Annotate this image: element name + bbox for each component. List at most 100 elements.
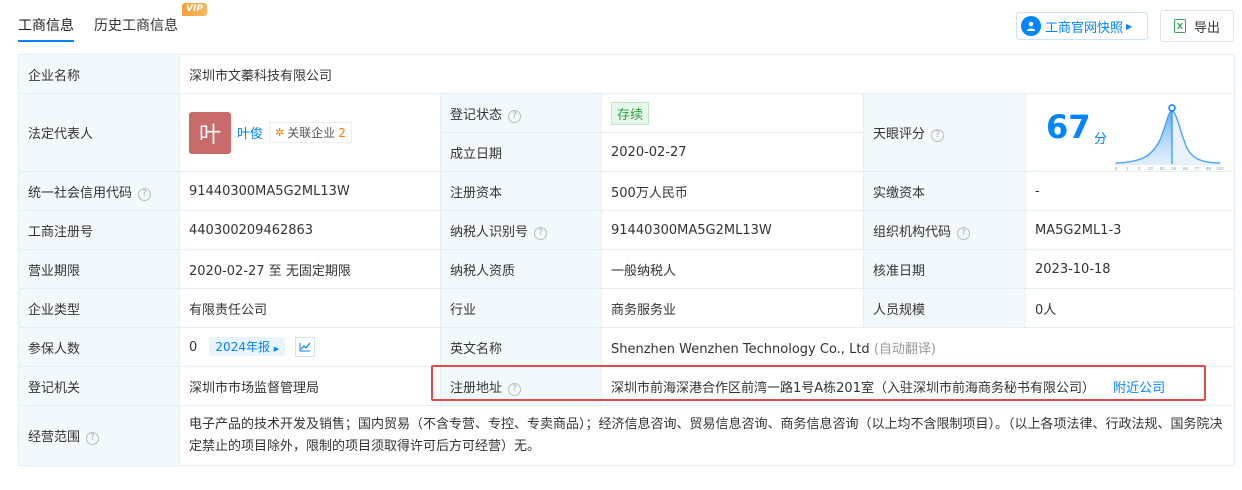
rating-axis-tick-label: 50 (1160, 166, 1166, 171)
reg-no-label: 工商注册号 (18, 210, 180, 250)
company-name-label: 企业名称 (18, 54, 180, 94)
reg-status-label-cell: 登记状态? (440, 93, 602, 133)
help-icon[interactable]: ? (931, 129, 945, 142)
approve-date-label: 核准日期 (863, 249, 1026, 289)
avatar[interactable]: 叶 (189, 111, 231, 154)
tab-business-info[interactable]: 工商信息 (18, 15, 74, 35)
help-icon[interactable]: ? (138, 187, 152, 201)
term-label: 营业期限 (18, 249, 180, 289)
business-info-table: 企业名称 深圳市文蓁科技有限公司 法定代表人 叶 叶俊 ✲ 关联企业 2 登记状… (18, 54, 1236, 466)
credit-code-value: 91440300MA5G2ML13W (179, 171, 441, 211)
insured-value: 0 (189, 339, 198, 355)
scope-label: 经营范围 (28, 430, 81, 445)
reg-capital-value: 500万人民币 (601, 171, 864, 211)
english-name-value: Shenzhen Wenzhen Technology Co., Ltd (611, 341, 870, 357)
legal-rep-cell: 叶 叶俊 ✲ 关联企业 2 (179, 93, 441, 172)
network-icon: ✲ (275, 126, 285, 139)
rating-axis-tick-label: 100 (1216, 166, 1224, 171)
annual-report-year-dropdown[interactable]: 2024年报 ▶ (209, 336, 286, 356)
rating-axis-tick-label: 66 (1183, 166, 1189, 171)
paid-capital-value: - (1024, 171, 1236, 211)
company-type-value: 有限责任公司 (179, 288, 441, 328)
reg-capital-label: 注册资本 (440, 171, 602, 211)
related-label: 关联企业 (287, 126, 336, 140)
table-row: 企业名称 深圳市文蓁科技有限公司 (18, 54, 1236, 94)
rating-label: 天眼评分 (873, 127, 926, 142)
table-row: 参保人数 0 2024年报 ▶ 英文名称 Shenzhen Wenzhen Te… (18, 327, 1236, 367)
table-row: 营业期限 2020-02-27 至 无固定期限 纳税人资质 一般纳税人 核准日期… (18, 249, 1236, 289)
help-icon[interactable]: ? (534, 226, 548, 240)
address-label: 注册地址 (450, 380, 503, 396)
table-row: 工商注册号 440300209462863 纳税人识别号? 91440300MA… (18, 210, 1236, 250)
rating-axis-tick-label: 99 (1206, 166, 1212, 171)
snapshot-label: 工商官网快照 (1045, 20, 1124, 36)
score-marker-dot (1168, 104, 1176, 112)
rating-axis-tick-label: 0 (1115, 166, 1118, 171)
caret-right-icon: ▶ (1126, 21, 1133, 31)
address-label-cell: 注册地址? (440, 366, 602, 406)
english-name-label: 英文名称 (440, 327, 602, 367)
user-shield-icon (1021, 16, 1041, 36)
export-button[interactable]: X 导出 (1160, 10, 1234, 42)
authority-label: 登记机关 (18, 366, 180, 406)
scope-value: 电子产品的技术开发及销售；国内贸易（不含专营、专控、专卖商品）；经济信息咨询、贸… (178, 405, 1236, 466)
active-tab-indicator (18, 40, 74, 42)
taxpayer-id-value: 91440300MA5G2ML13W (601, 210, 864, 250)
help-icon[interactable]: ? (86, 432, 100, 445)
org-code-label: 组织机构代码 (873, 224, 952, 240)
tab-history-business-info[interactable]: 历史工商信息 (94, 15, 178, 35)
help-icon[interactable]: ? (508, 109, 522, 123)
english-name-cell: Shenzhen Wenzhen Technology Co., Ltd (自动… (600, 327, 1236, 367)
nearby-companies-link[interactable]: 附近公司 (1113, 381, 1165, 396)
table-row: 企业类型 有限责任公司 行业 商务服务业 人员规模 0人 (18, 288, 1236, 328)
approve-date-value: 2023-10-18 (1024, 249, 1236, 289)
official-snapshot-button[interactable]: 工商官网快照 ▶ (1016, 12, 1148, 40)
company-name-value: 深圳市文蓁科技有限公司 (178, 54, 1236, 94)
rating-cell[interactable]: 67 分 0 1 3 10 50 55 66 77 99 100 (1024, 93, 1236, 172)
staff-size-label: 人员规模 (863, 288, 1026, 328)
authority-value: 深圳市市场监督管理局 (179, 366, 441, 406)
org-code-label-cell: 组织机构代码? (863, 210, 1026, 250)
staff-size-value: 0人 (1024, 288, 1236, 328)
rating-axis-tick-label: 55 (1171, 166, 1177, 171)
taxpayer-qual-value: 一般纳税人 (601, 249, 864, 289)
reg-status-cell: 存续 (601, 93, 864, 133)
industry-label: 行业 (440, 288, 602, 328)
rating-score: 67 (1046, 108, 1091, 146)
taxpayer-id-label: 纳税人识别号 (450, 224, 529, 240)
help-icon[interactable]: ? (508, 382, 522, 396)
rating-unit: 分 (1094, 132, 1108, 147)
related-companies-tag[interactable]: ✲ 关联企业 2 (269, 122, 352, 143)
table-row: 统一社会信用代码? 91440300MA5G2ML13W 注册资本 500万人民… (18, 171, 1236, 211)
address-value: 深圳市前海深港合作区前湾一路1号A栋201室（入驻深圳市前海商务秘书有限公司） (611, 380, 1095, 396)
legal-rep-name-link[interactable]: 叶俊 (237, 123, 263, 142)
insured-cell: 0 2024年报 ▶ (179, 327, 441, 367)
rating-distribution-chart: 0 1 3 10 50 55 66 77 99 100 (1114, 104, 1224, 171)
help-icon[interactable]: ? (957, 226, 971, 240)
established-value: 2020-02-27 (601, 132, 864, 172)
org-code-value: MA5G2ML1-3 (1024, 210, 1236, 250)
term-value: 2020-02-27 至 无固定期限 (179, 249, 441, 289)
trend-chart-icon[interactable] (295, 337, 316, 358)
vip-badge: VIP (182, 3, 207, 16)
related-count: 2 (338, 125, 346, 140)
export-label: 导出 (1193, 20, 1220, 36)
address-cell: 深圳市前海深港合作区前湾一路1号A栋201室（入驻深圳市前海商务秘书有限公司） … (600, 366, 1236, 406)
reg-no-value: 440300209462863 (179, 210, 441, 250)
status-badge: 存续 (611, 101, 650, 125)
rating-axis-tick-label: 10 (1148, 166, 1154, 171)
caret-right-icon: ▶ (273, 344, 280, 353)
table-row: 法定代表人 叶 叶俊 ✲ 关联企业 2 登记状态? 存续 天眼评分? 67 分 (18, 93, 1236, 172)
reg-status-label: 登记状态 (450, 107, 503, 123)
taxpayer-qual-label: 纳税人资质 (440, 249, 602, 289)
table-row: 登记机关 深圳市市场监督管理局 注册地址? 深圳市前海深港合作区前湾一路1号A栋… (18, 366, 1236, 406)
company-type-label: 企业类型 (18, 288, 180, 328)
rating-axis-tick-label: 77 (1194, 166, 1200, 171)
paid-capital-label: 实缴资本 (863, 171, 1026, 211)
score-fill-area (1116, 110, 1172, 164)
annual-report-year: 2024年报 (215, 339, 270, 354)
insured-label: 参保人数 (18, 327, 180, 367)
credit-code-label-cell: 统一社会信用代码? (18, 171, 180, 211)
legal-rep-label: 法定代表人 (18, 93, 180, 172)
established-label: 成立日期 (440, 132, 602, 172)
